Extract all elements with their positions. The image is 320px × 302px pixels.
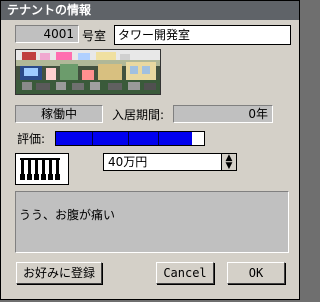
room-number: 4001 [43,27,74,41]
rating-fill [56,132,193,145]
period-label: 入居期間: [112,108,165,122]
rating-label: 評価: [17,132,46,146]
period-value: 0年 [248,107,268,121]
ok-button[interactable]: OK [227,262,285,284]
tenant-info-dialog: テナントの情報 4001 号室 タワー開発室 稼働中 入居期間: 0年 評価: … [0,0,300,300]
office-scene-image [16,50,160,94]
rent-level-icon [20,158,60,180]
room-number-field: 4001 [15,25,79,43]
tenant-picture [15,49,161,95]
add-favorite-button[interactable]: お好みに登録 [16,262,102,284]
room-suffix-label: 号室 [82,29,107,43]
rating-bar [55,131,205,146]
tenant-name-input[interactable]: タワー開発室 [114,25,291,45]
updown-arrow-icon[interactable]: ▲ ▼ [221,154,236,171]
rent-value: 40万円 [108,155,148,169]
rating-tick [92,132,93,145]
period-field: 0年 [173,105,273,123]
rating-tick [158,132,159,145]
rent-icon-box [15,153,69,185]
status-text: 稼働中 [40,107,77,121]
rating-tick [128,132,129,145]
cancel-button[interactable]: Cancel [156,262,214,284]
window-title: テナントの情報 [1,1,299,20]
comment-text: うう、お腹が痛い [19,208,116,222]
rent-select[interactable]: 40万円 ▲ ▼ [103,153,237,171]
comment-box: うう、お腹が痛い [15,191,289,253]
status-field: 稼働中 [15,105,103,123]
